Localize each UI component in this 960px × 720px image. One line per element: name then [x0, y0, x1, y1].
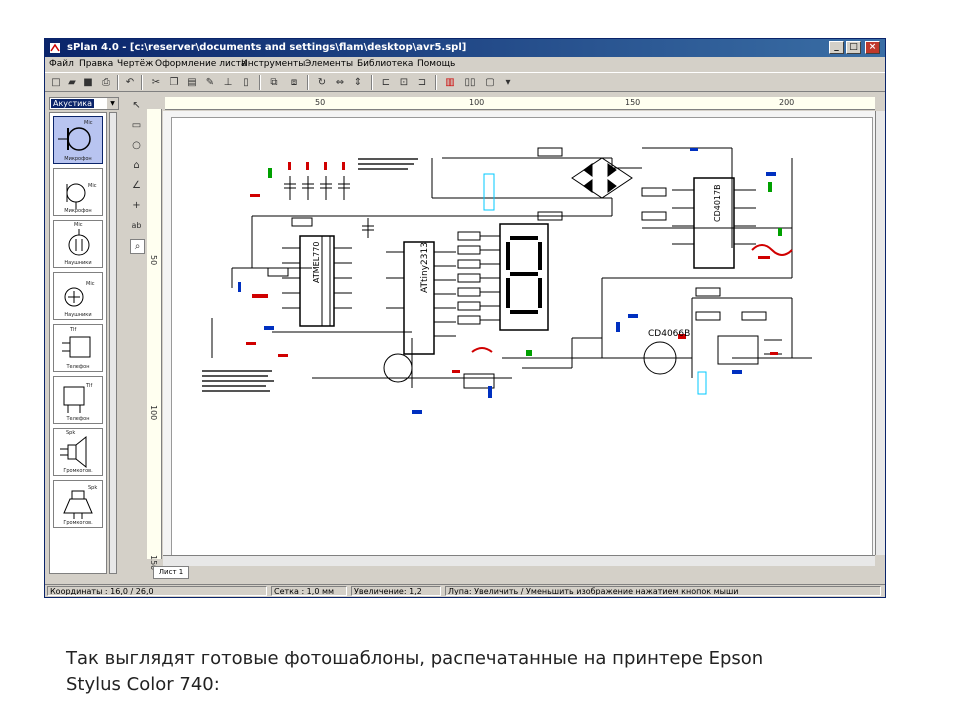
magnifier-icon[interactable]: ⌕ — [130, 239, 145, 254]
library-item-headphones-1[interactable]: Mic Наушники — [53, 220, 103, 268]
library-item-telephone-1[interactable]: Tlf Телефон — [53, 324, 103, 372]
menu-help[interactable]: Помощь — [417, 59, 455, 69]
library-scrollbar[interactable] — [109, 112, 117, 574]
chip-label-cd4066: CD4066B — [648, 329, 690, 339]
page-setup-icon[interactable]: ▥ — [443, 76, 457, 89]
title-bar[interactable]: sPlan 4.0 - [c:\reserver\documents and s… — [45, 39, 885, 57]
page-icon[interactable]: ▢ — [483, 76, 497, 89]
multi-page-icon[interactable]: ▯▯ — [463, 76, 477, 89]
ellipse-icon[interactable]: ○ — [130, 139, 143, 152]
slide-caption: Так выглядят готовые фотошаблоны, распеч… — [66, 646, 926, 698]
menu-drawing[interactable]: Чертёж — [117, 59, 153, 69]
mirror-h-icon[interactable]: ⇔ — [333, 76, 347, 89]
mirror-v-icon[interactable]: ⇕ — [351, 76, 365, 89]
main-toolbar: □ ▰ ■ ⎙ ↶ ✂ ❐ ▤ ✎ ⊥ ▯ ⧉ ⧈ ↻ ⇔ ⇕ ⊏ ⊡ ⊐ ▥ … — [45, 72, 885, 92]
application-window: sPlan 4.0 - [c:\reserver\documents and s… — [44, 38, 886, 598]
drawing-tools: ↖ ▭ ○ ⌂ ∠ + ab ⌕ — [127, 97, 145, 267]
menu-bar: Файл Правка Чертёж Оформление листа Инст… — [45, 57, 885, 71]
open-folder-icon[interactable]: ▰ — [65, 76, 79, 89]
chevron-down-icon[interactable]: ▾ — [501, 76, 515, 89]
crosshair-icon[interactable]: + — [130, 199, 143, 212]
library-item-telephone-2[interactable]: Tlf Телефон — [53, 376, 103, 424]
chip-label-attiny: ATtiny2313 — [420, 242, 430, 293]
save-icon[interactable]: ■ — [81, 76, 95, 89]
schematic-diagram: ATtiny2313 ATMEL770 CD4017B CD4066B — [202, 147, 812, 414]
library-item-speaker-1[interactable]: Spk Громкогов. — [53, 428, 103, 476]
horizontal-scrollbar[interactable] — [163, 555, 875, 566]
library-item-speaker-2[interactable]: Spk Громкогов. — [53, 480, 103, 528]
sheet-tabs: Лист 1 — [145, 566, 885, 579]
library-item-microphone-2[interactable]: Mic Микрофон — [53, 168, 103, 216]
menu-edit[interactable]: Правка — [79, 59, 113, 69]
print-icon[interactable]: ⎙ — [99, 76, 113, 89]
rotate-icon[interactable]: ↻ — [315, 76, 329, 89]
chevron-down-icon[interactable]: ▼ — [107, 98, 118, 109]
library-panel: Mic Микрофон Mic Микрофон Mic Наушники M… — [49, 112, 107, 574]
tab-sheet-1[interactable]: Лист 1 — [153, 566, 189, 579]
menu-file[interactable]: Файл — [49, 59, 74, 69]
undo-icon[interactable]: ↶ — [123, 76, 137, 89]
group-icon[interactable]: ⧉ — [267, 76, 281, 89]
status-zoom: Увеличение: 1,2 — [351, 586, 441, 596]
align-center-icon[interactable]: ⊡ — [397, 76, 411, 89]
library-item-headphones-2[interactable]: Mic Наушники — [53, 272, 103, 320]
paste-icon[interactable]: ▤ — [185, 76, 199, 89]
library-select-value: Акустика — [51, 99, 95, 108]
caption-line-1: Так выглядят готовые фотошаблоны, распеч… — [66, 648, 764, 669]
caption-line-2: Stylus Color 740: — [66, 674, 220, 695]
new-file-icon[interactable]: □ — [49, 76, 63, 89]
close-button[interactable]: × — [865, 41, 880, 54]
align-left-icon[interactable]: ⊏ — [379, 76, 393, 89]
bezier-icon[interactable]: ∠ — [130, 179, 143, 192]
status-coordinates: Координаты : 16,0 / 26,0 — [47, 586, 267, 596]
polygon-icon[interactable]: ⌂ — [130, 159, 143, 172]
vertical-scrollbar[interactable] — [875, 111, 885, 555]
chip-label-atmel: ATMEL770 — [312, 242, 321, 283]
copy-icon[interactable]: ❐ — [167, 76, 181, 89]
rectangle-icon[interactable]: ▭ — [130, 119, 143, 132]
menu-elements[interactable]: Элементы — [305, 59, 353, 69]
pin-icon[interactable]: ⊥ — [221, 76, 235, 89]
splan-app-icon — [50, 43, 60, 53]
delete-icon[interactable]: ▯ — [239, 76, 253, 89]
status-grid: Сетка : 1,0 мм — [271, 586, 347, 596]
maximize-button[interactable]: □ — [846, 41, 861, 54]
menu-sheet-layout[interactable]: Оформление листа — [155, 59, 247, 69]
horizontal-ruler: 50 100 150 200 — [165, 97, 875, 110]
menu-tools[interactable]: Инструменты — [241, 59, 305, 69]
minimize-button[interactable]: _ — [829, 41, 844, 54]
status-bar: Координаты : 16,0 / 26,0 Сетка : 1,0 мм … — [45, 584, 885, 597]
menu-library[interactable]: Библиотека — [357, 59, 413, 69]
window-title: sPlan 4.0 - [c:\reserver\documents and s… — [67, 42, 467, 53]
chip-label-cd4017: CD4017B — [713, 184, 722, 222]
properties-icon[interactable]: ✎ — [203, 76, 217, 89]
library-select[interactable]: Акустика ▼ — [49, 97, 119, 110]
schematic-sheet: ATtiny2313 ATMEL770 CD4017B CD4066B — [171, 117, 873, 555]
status-hint: Лупа: Увеличить / Уменьшить изображение … — [445, 586, 881, 596]
text-icon[interactable]: ab — [130, 219, 143, 232]
align-right-icon[interactable]: ⊐ — [415, 76, 429, 89]
cut-icon[interactable]: ✂ — [149, 76, 163, 89]
pointer-icon[interactable]: ↖ — [130, 99, 143, 112]
drawing-canvas[interactable]: ATtiny2313 ATMEL770 CD4017B CD4066B — [163, 111, 881, 555]
library-item-microphone-1[interactable]: Mic Микрофон — [53, 116, 103, 164]
vertical-ruler: 50 100 150 — [147, 109, 162, 570]
ungroup-icon[interactable]: ⧈ — [287, 76, 301, 89]
